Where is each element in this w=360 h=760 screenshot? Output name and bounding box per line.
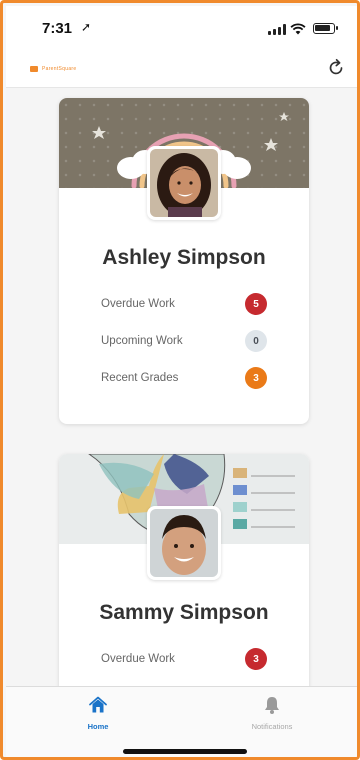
student-card-ashley[interactable]: Ashley Simpson Overdue Work 5 Upcoming W… xyxy=(59,98,309,424)
tab-label: Home xyxy=(87,722,109,731)
app-header: ParentSquare xyxy=(6,50,357,88)
overdue-count-badge: 3 xyxy=(245,648,267,670)
recent-grades-row[interactable]: Recent Grades 3 xyxy=(101,366,267,390)
overdue-count-badge: 5 xyxy=(245,293,267,315)
status-bar: 7:31 ➚ xyxy=(6,6,357,50)
cellular-signal-icon xyxy=(268,24,286,35)
tab-home[interactable]: Home xyxy=(58,695,138,731)
avatar xyxy=(147,506,221,580)
logo-mark-icon xyxy=(30,66,38,72)
student-card-sammy[interactable]: Sammy Simpson Overdue Work 3 xyxy=(59,454,309,688)
home-icon xyxy=(89,696,107,713)
overdue-work-row[interactable]: Overdue Work 5 xyxy=(101,292,267,316)
phone-screen: 7:31 ➚ ParentSquare Ashley Simpson Overd… xyxy=(6,6,357,757)
wifi-icon xyxy=(290,23,306,35)
refresh-icon xyxy=(329,58,343,75)
student-list[interactable]: Ashley Simpson Overdue Work 5 Upcoming W… xyxy=(6,88,357,688)
location-arrow-icon: ➚ xyxy=(81,20,92,34)
upcoming-count-badge: 0 xyxy=(245,330,267,352)
upcoming-work-row[interactable]: Upcoming Work 0 xyxy=(101,329,267,353)
student-name: Ashley Simpson xyxy=(102,246,266,269)
row-label: Upcoming Work xyxy=(101,335,183,347)
student-photo xyxy=(150,509,218,577)
logo-text: ParentSquare xyxy=(42,66,77,72)
app-logo: ParentSquare xyxy=(30,66,76,72)
bell-icon xyxy=(265,697,279,714)
student-name: Sammy Simpson xyxy=(99,601,269,624)
tab-notifications[interactable]: Notifications xyxy=(232,695,312,731)
overdue-work-row[interactable]: Overdue Work 3 xyxy=(101,647,267,671)
status-time: 7:31 xyxy=(42,20,73,37)
avatar xyxy=(147,146,221,220)
student-photo xyxy=(150,149,218,217)
bottom-tab-bar: Home Notifications xyxy=(6,686,357,757)
row-label: Recent Grades xyxy=(101,372,179,384)
row-label: Overdue Work xyxy=(101,653,175,665)
screenshot-frame: 7:31 ➚ ParentSquare Ashley Simpson Overd… xyxy=(0,0,360,760)
battery-icon xyxy=(313,23,338,34)
row-label: Overdue Work xyxy=(101,298,175,310)
grades-count-badge: 3 xyxy=(245,367,267,389)
home-indicator xyxy=(123,749,247,754)
refresh-button[interactable] xyxy=(324,56,348,80)
tab-label: Notifications xyxy=(251,722,293,731)
